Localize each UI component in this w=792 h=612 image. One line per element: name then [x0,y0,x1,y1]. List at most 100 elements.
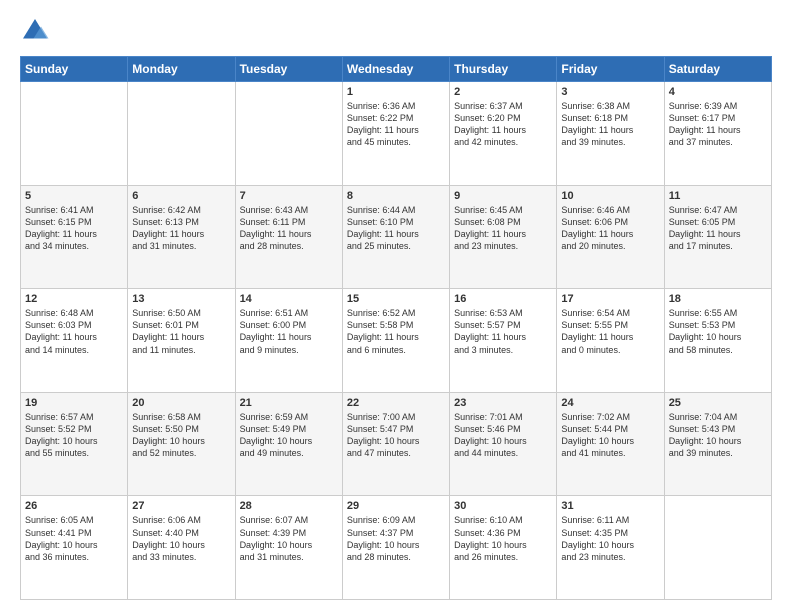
col-wednesday: Wednesday [342,57,449,82]
day-number: 17 [561,293,659,305]
day-number: 31 [561,500,659,512]
day-info: Sunrise: 6:43 AM Sunset: 6:11 PM Dayligh… [240,204,338,253]
calendar-cell: 21 Sunrise: 6:59 AM Sunset: 5:49 PM Dayli… [235,392,342,496]
day-info: Sunrise: 6:51 AM Sunset: 6:00 PM Dayligh… [240,307,338,356]
col-thursday: Thursday [450,57,557,82]
calendar-cell: 10 Sunrise: 6:46 AM Sunset: 6:06 PM Dayli… [557,185,664,289]
calendar-cell: 18 Sunrise: 6:55 AM Sunset: 5:53 PM Dayli… [664,289,771,393]
col-monday: Monday [128,57,235,82]
day-number: 4 [669,86,767,98]
calendar-cell: 8 Sunrise: 6:44 AM Sunset: 6:10 PM Daylig… [342,185,449,289]
day-info: Sunrise: 6:46 AM Sunset: 6:06 PM Dayligh… [561,204,659,253]
day-info: Sunrise: 6:52 AM Sunset: 5:58 PM Dayligh… [347,307,445,356]
calendar-cell: 20 Sunrise: 6:58 AM Sunset: 5:50 PM Dayli… [128,392,235,496]
calendar-week-row: 5 Sunrise: 6:41 AM Sunset: 6:15 PM Daylig… [21,185,772,289]
calendar-cell [128,82,235,186]
day-number: 13 [132,293,230,305]
calendar-cell: 28Sunrise: 6:07 AM Sunset: 4:39 PM Dayli… [235,496,342,600]
calendar-cell [235,82,342,186]
day-info: Sunrise: 6:47 AM Sunset: 6:05 PM Dayligh… [669,204,767,253]
day-info: Sunrise: 6:59 AM Sunset: 5:49 PM Dayligh… [240,411,338,460]
day-info: Sunrise: 6:53 AM Sunset: 5:57 PM Dayligh… [454,307,552,356]
day-info: Sunrise: 6:58 AM Sunset: 5:50 PM Dayligh… [132,411,230,460]
calendar-cell: 4 Sunrise: 6:39 AM Sunset: 6:17 PM Daylig… [664,82,771,186]
day-number: 25 [669,397,767,409]
day-number: 30 [454,500,552,512]
calendar-cell: 25 Sunrise: 7:04 AM Sunset: 5:43 PM Dayli… [664,392,771,496]
day-info: Sunrise: 6:55 AM Sunset: 5:53 PM Dayligh… [669,307,767,356]
day-number: 21 [240,397,338,409]
calendar-cell: 1 Sunrise: 6:36 AM Sunset: 6:22 PM Daylig… [342,82,449,186]
day-number: 27 [132,500,230,512]
logo-icon [20,16,50,46]
day-info: Sunrise: 6:37 AM Sunset: 6:20 PM Dayligh… [454,100,552,149]
day-number: 10 [561,190,659,202]
day-number: 1 [347,86,445,98]
calendar-cell: 15 Sunrise: 6:52 AM Sunset: 5:58 PM Dayli… [342,289,449,393]
calendar-cell: 11 Sunrise: 6:47 AM Sunset: 6:05 PM Dayli… [664,185,771,289]
day-number: 7 [240,190,338,202]
calendar-week-row: 1 Sunrise: 6:36 AM Sunset: 6:22 PM Daylig… [21,82,772,186]
day-info: Sunrise: 6:07 AM Sunset: 4:39 PM Dayligh… [240,514,338,563]
calendar-cell: 14 Sunrise: 6:51 AM Sunset: 6:00 PM Dayli… [235,289,342,393]
day-info: Sunrise: 6:05 AM Sunset: 4:41 PM Dayligh… [25,514,123,563]
col-saturday: Saturday [664,57,771,82]
day-number: 20 [132,397,230,409]
day-number: 11 [669,190,767,202]
day-number: 14 [240,293,338,305]
calendar-header-row: Sunday Monday Tuesday Wednesday Thursday… [21,57,772,82]
calendar-table: Sunday Monday Tuesday Wednesday Thursday… [20,56,772,600]
day-info: Sunrise: 6:38 AM Sunset: 6:18 PM Dayligh… [561,100,659,149]
day-info: Sunrise: 6:45 AM Sunset: 6:08 PM Dayligh… [454,204,552,253]
calendar-cell: 2 Sunrise: 6:37 AM Sunset: 6:20 PM Daylig… [450,82,557,186]
day-number: 22 [347,397,445,409]
calendar-cell: 26 Sunrise: 6:05 AM Sunset: 4:41 PM Dayli… [21,496,128,600]
day-info: Sunrise: 6:10 AM Sunset: 4:36 PM Dayligh… [454,514,552,563]
calendar-cell: 12 Sunrise: 6:48 AM Sunset: 6:03 PM Dayli… [21,289,128,393]
day-info: Sunrise: 6:44 AM Sunset: 6:10 PM Dayligh… [347,204,445,253]
calendar-cell: 19 Sunrise: 6:57 AM Sunset: 5:52 PM Dayli… [21,392,128,496]
calendar-cell: 16 Sunrise: 6:53 AM Sunset: 5:57 PM Dayli… [450,289,557,393]
day-info: Sunrise: 6:11 AM Sunset: 4:35 PM Dayligh… [561,514,659,563]
day-info: Sunrise: 6:42 AM Sunset: 6:13 PM Dayligh… [132,204,230,253]
day-info: Sunrise: 7:02 AM Sunset: 5:44 PM Dayligh… [561,411,659,460]
calendar-cell: 17 Sunrise: 6:54 AM Sunset: 5:55 PM Dayli… [557,289,664,393]
header [20,16,772,46]
day-info: Sunrise: 6:06 AM Sunset: 4:40 PM Dayligh… [132,514,230,563]
day-info: Sunrise: 6:36 AM Sunset: 6:22 PM Dayligh… [347,100,445,149]
day-info: Sunrise: 6:54 AM Sunset: 5:55 PM Dayligh… [561,307,659,356]
col-friday: Friday [557,57,664,82]
day-number: 5 [25,190,123,202]
calendar-week-row: 12 Sunrise: 6:48 AM Sunset: 6:03 PM Dayli… [21,289,772,393]
day-number: 24 [561,397,659,409]
calendar-week-row: 26 Sunrise: 6:05 AM Sunset: 4:41 PM Dayli… [21,496,772,600]
day-info: Sunrise: 6:48 AM Sunset: 6:03 PM Dayligh… [25,307,123,356]
day-number: 9 [454,190,552,202]
day-info: Sunrise: 6:39 AM Sunset: 6:17 PM Dayligh… [669,100,767,149]
calendar-cell: 6Sunrise: 6:42 AM Sunset: 6:13 PM Daylig… [128,185,235,289]
calendar-cell: 5 Sunrise: 6:41 AM Sunset: 6:15 PM Daylig… [21,185,128,289]
day-number: 19 [25,397,123,409]
day-number: 2 [454,86,552,98]
day-info: Sunrise: 7:01 AM Sunset: 5:46 PM Dayligh… [454,411,552,460]
calendar-cell: 23 Sunrise: 7:01 AM Sunset: 5:46 PM Dayli… [450,392,557,496]
day-number: 15 [347,293,445,305]
day-info: Sunrise: 6:57 AM Sunset: 5:52 PM Dayligh… [25,411,123,460]
calendar-cell [664,496,771,600]
day-number: 16 [454,293,552,305]
day-number: 3 [561,86,659,98]
day-number: 23 [454,397,552,409]
day-info: Sunrise: 7:04 AM Sunset: 5:43 PM Dayligh… [669,411,767,460]
col-sunday: Sunday [21,57,128,82]
day-number: 18 [669,293,767,305]
calendar-cell: 31 Sunrise: 6:11 AM Sunset: 4:35 PM Dayli… [557,496,664,600]
day-info: Sunrise: 6:41 AM Sunset: 6:15 PM Dayligh… [25,204,123,253]
logo [20,16,54,46]
day-number: 8 [347,190,445,202]
day-number: 12 [25,293,123,305]
day-info: Sunrise: 6:09 AM Sunset: 4:37 PM Dayligh… [347,514,445,563]
page: Sunday Monday Tuesday Wednesday Thursday… [0,0,792,612]
calendar-cell: 22Sunrise: 7:00 AM Sunset: 5:47 PM Dayli… [342,392,449,496]
day-number: 26 [25,500,123,512]
day-number: 29 [347,500,445,512]
